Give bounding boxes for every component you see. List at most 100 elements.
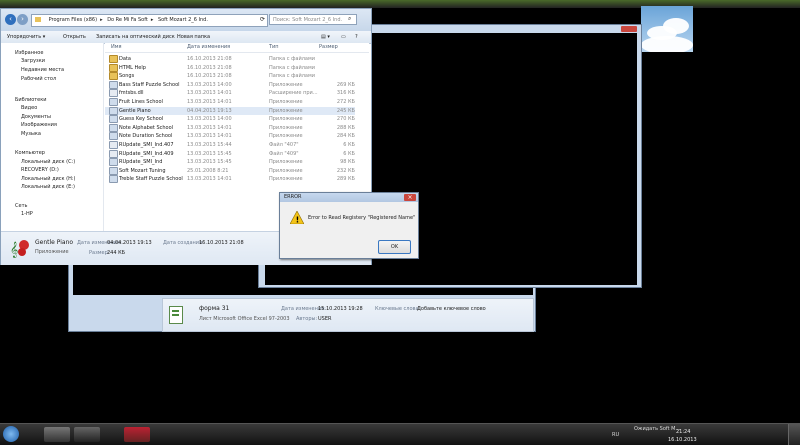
file-size: 6 КБ (343, 150, 355, 157)
file2-keywords[interactable]: Добавьте ключевое слово (417, 306, 486, 312)
column-size[interactable]: Размер (319, 44, 338, 50)
file-row[interactable]: Fruit Lines School 13.03.2013 14:01 Прилож… (105, 98, 355, 106)
column-type[interactable]: Тип (269, 44, 279, 50)
file-name: Songs (119, 73, 135, 80)
dialog-close-icon[interactable]: × (404, 194, 416, 201)
file2-kind: Лист Microsoft Office Excel 97-2003 (199, 316, 290, 322)
file-row[interactable]: Songs 16.10.2013 21:08 Папка с файлами (105, 72, 355, 81)
file2-modified: 15.10.2013 19:28 (318, 306, 363, 312)
start-button[interactable] (3, 426, 19, 442)
file-row[interactable]: RUpdate_SMI_Ind.409 13.03.2013 15:45 Файл … (105, 149, 355, 158)
language-indicator[interactable]: RU (612, 432, 619, 438)
file-row[interactable]: Data 16.10.2013 21:08 Папка с файлами (105, 55, 355, 63)
view-options-icon[interactable]: ▤ ▾ (321, 31, 330, 43)
file-icon (109, 80, 118, 89)
nav-favorites[interactable]: Избранное (15, 50, 43, 56)
file-name: RUpdate_SMI_Ind (119, 159, 163, 166)
preview-pane-icon[interactable]: ▭ (341, 31, 346, 43)
navigation-pane: Избранное Загрузки Недавние места Рабочи… (1, 43, 104, 231)
file-row[interactable]: Note Duration School 13.03.2013 14:01 Прил… (105, 132, 355, 141)
new-folder-button[interactable]: Новая папка (177, 31, 210, 43)
file-icon (109, 149, 118, 158)
nav-drive-c[interactable]: Локальный диск (C:) (21, 159, 75, 165)
nav-drive-h[interactable]: Локальный диск (H:) (21, 176, 76, 182)
open-button[interactable]: Открыть (63, 31, 86, 43)
excel-file-icon (169, 306, 183, 324)
details-size: 244 КБ (107, 250, 126, 256)
file-row[interactable]: Treble Staff Puzzle School 13.03.2013 14:… (105, 175, 355, 184)
nav-drive-d[interactable]: RECOVERY (D:) (21, 167, 59, 173)
ok-button[interactable]: OK (378, 240, 411, 254)
file-type: Приложение (269, 116, 303, 123)
file2-authors-label: Авторы: (296, 316, 318, 322)
nav-documents[interactable]: Документы (21, 114, 51, 120)
help-icon[interactable]: ? (355, 31, 358, 43)
forward-button[interactable]: › (17, 14, 28, 25)
dialog-title: ERROR (284, 194, 302, 200)
taskbar-item-3[interactable] (124, 427, 150, 442)
column-date[interactable]: Дата изменения (187, 44, 230, 50)
file-type: Приложение (269, 176, 303, 183)
column-name[interactable]: Имя (111, 44, 122, 50)
file-row[interactable]: Soft Mozart Tuning 25.01.2008 8:21 Приложе… (105, 166, 355, 175)
file-row[interactable]: fmtsbs.dll 13.03.2013 14:01 Расширение при… (105, 89, 355, 98)
notification-text[interactable]: Ожидать Soft M... (634, 426, 680, 432)
nav-libraries[interactable]: Библиотеки (15, 97, 47, 103)
nav-music[interactable]: Музыка (21, 131, 41, 137)
file-type: Приложение (269, 81, 303, 88)
file-size: 245 КБ (336, 107, 355, 114)
breadcrumb[interactable]: Program Files (x86) ▸ Do Re Mi Fa Soft ▸ S… (31, 14, 268, 27)
file-row[interactable]: RUpdate_SMI_Ind.407 13.03.2013 15:44 Файл … (105, 141, 355, 149)
nav-video[interactable]: Видео (21, 105, 37, 111)
file-name: Note Duration School (119, 133, 173, 140)
nav-network[interactable]: Сеть (15, 203, 27, 209)
window-close-icon[interactable] (621, 26, 637, 32)
column-headers: Имя Дата изменения Тип Размер (105, 43, 369, 53)
address-bar-area: ‹ › Program Files (x86) ▸ Do Re Mi Fa Sof… (1, 9, 371, 31)
file-name: Fruit Lines School (119, 99, 163, 105)
clock-date[interactable]: 16.10.2013 (668, 437, 697, 443)
search-input[interactable]: Поиск: Soft Mozart 2_6 Ind. (269, 14, 357, 25)
nav-drive-e[interactable]: Локальный диск (E:) (21, 184, 75, 190)
file-row[interactable]: Note Alphabet School 13.03.2013 14:01 Прил… (105, 123, 355, 132)
file-icon (109, 141, 118, 149)
file-date: 13.03.2013 15:45 (187, 159, 232, 166)
refresh-icon[interactable]: ⟳ (260, 14, 265, 25)
file-icon (109, 115, 118, 124)
organize-button[interactable]: Упорядочить ▾ (7, 31, 45, 43)
breadcrumb-item[interactable]: Program Files (x86) (49, 17, 97, 23)
file-icon (109, 132, 118, 141)
file-row[interactable]: Guess Key School 13.03.2013 14:00 Приложен… (105, 115, 355, 124)
desktop-sky-image (641, 6, 693, 52)
clock-time[interactable]: 21:24 (676, 429, 690, 435)
back-button[interactable]: ‹ (5, 14, 16, 25)
file-row[interactable]: Bass Staff Puzzle School 13.03.2013 14:00… (105, 80, 355, 89)
file-row[interactable]: HTML Help 16.10.2013 21:08 Папка с файлами (105, 63, 355, 72)
file-name: Soft Mozart Tuning (119, 167, 166, 174)
nav-computer[interactable]: Компьютер (15, 150, 45, 156)
dialog-titlebar[interactable]: ERROR × (280, 193, 418, 202)
file-size: 288 КБ (336, 124, 355, 131)
nav-network-pc[interactable]: 1-HP (21, 211, 33, 217)
burn-button[interactable]: Записать на оптический диск (96, 31, 175, 43)
nav-desktop[interactable]: Рабочий стол (21, 76, 56, 82)
file2-authors[interactable]: USER (318, 316, 331, 322)
file-type: Файл "407" (269, 142, 299, 148)
show-desktop-button[interactable] (788, 424, 800, 445)
taskbar-item-2[interactable] (74, 427, 100, 442)
breadcrumb-item[interactable]: Do Re Mi Fa Soft (107, 17, 148, 23)
file-details-pane-2: форма 31 Лист Microsoft Office Excel 97-… (162, 298, 534, 332)
file-type: Расширение при... (269, 90, 318, 97)
file-row[interactable]: Gentle Piano 04.04.2013 19:13 Приложение 24… (105, 106, 355, 115)
file-date: 16.10.2013 21:08 (187, 56, 232, 62)
file-size: 284 КБ (336, 133, 355, 140)
taskbar-item-1[interactable] (44, 427, 70, 442)
breadcrumb-item[interactable]: Soft Mozart 2_6 Ind. (158, 17, 208, 23)
nav-pictures[interactable]: Изображения (21, 122, 57, 128)
nav-downloads[interactable]: Загрузки (21, 58, 45, 64)
taskbar: Ожидать Soft M... RU 21:24 16.10.2013 (0, 423, 800, 445)
nav-recent[interactable]: Недавние места (21, 67, 64, 73)
file-row[interactable]: RUpdate_SMI_Ind 13.03.2013 15:45 Приложени… (105, 158, 355, 167)
file-date: 13.03.2013 14:01 (187, 90, 232, 97)
file-icon (109, 158, 118, 167)
